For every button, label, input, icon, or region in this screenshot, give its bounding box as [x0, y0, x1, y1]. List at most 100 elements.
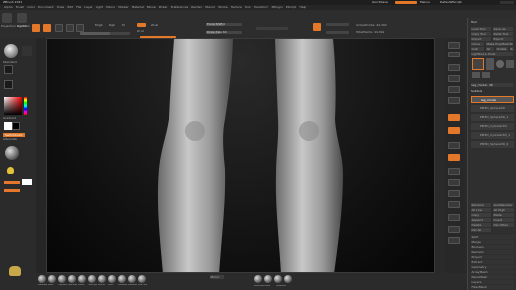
split-button[interactable]: Split — [471, 235, 514, 239]
export-button[interactable]: Export — [493, 37, 513, 41]
tool-thumbnail-sphere[interactable] — [496, 60, 504, 68]
frame-button[interactable] — [448, 168, 460, 175]
menu-stroke[interactable]: Stroke — [218, 6, 228, 9]
dynamesh-icon[interactable] — [264, 275, 272, 283]
material-thumbnail[interactable] — [5, 146, 19, 160]
tool-thumbnail-star[interactable] — [506, 60, 514, 68]
load-tool-button[interactable]: Load Tool — [471, 27, 491, 31]
zremesher-icon[interactable] — [274, 275, 282, 283]
layers-button[interactable]: Layers — [471, 280, 514, 284]
project-button[interactable]: Project — [471, 255, 514, 259]
see-through-slider[interactable] — [395, 1, 417, 4]
subtool-header[interactable]: Subtool — [471, 90, 482, 93]
menu-texture[interactable]: Texture — [231, 6, 242, 9]
brush-slot-pinch[interactable] — [108, 275, 116, 283]
lightbox-button[interactable] — [17, 13, 27, 23]
menu-stencil[interactable]: Stencil — [205, 6, 215, 9]
paste-tool-button[interactable]: Paste Tool — [493, 32, 513, 36]
fibermesh-button[interactable]: FiberMesh — [471, 285, 514, 289]
menu-marker[interactable]: Marker — [118, 6, 128, 9]
zcut-button[interactable]: Zcut — [137, 30, 144, 33]
mirror-weld-icon[interactable] — [254, 275, 262, 283]
main-color-swatch[interactable] — [4, 122, 12, 130]
left-swatch-b[interactable] — [4, 189, 20, 192]
viewport[interactable] — [46, 38, 435, 273]
menu-transform[interactable]: Transform — [254, 6, 269, 9]
menu-render[interactable]: Render — [191, 6, 202, 9]
menu-brush[interactable]: Brush — [16, 6, 25, 9]
menu-light[interactable]: Light — [96, 6, 104, 9]
persp-button[interactable] — [448, 114, 460, 121]
all-button[interactable]: All — [486, 47, 494, 51]
menu-zplugin[interactable]: ZPlugin — [271, 6, 282, 9]
delete-button[interactable]: Delete — [471, 223, 491, 227]
autoreorder-button[interactable]: AutoReorder — [493, 203, 514, 207]
menu-color[interactable]: Color — [27, 6, 35, 9]
rename-button[interactable]: Rename — [471, 203, 491, 207]
menu-material[interactable]: Material — [132, 6, 144, 9]
actual-button[interactable] — [448, 86, 460, 93]
tool-thumbnail-b[interactable] — [472, 72, 480, 78]
default-script-button[interactable]: DefaultZScript — [440, 1, 462, 4]
clone-button[interactable]: Clone — [471, 42, 484, 46]
nanomesh-button[interactable]: NanoMesh — [471, 275, 514, 279]
lightbox-tools-button[interactable]: Lightbox ▸ Tools — [471, 52, 513, 56]
all-low-button[interactable]: All Low — [471, 208, 491, 212]
subtool-item[interactable]: PM3D_Sphere3D_1 — [471, 114, 514, 121]
dynamic-button[interactable] — [256, 27, 288, 30]
brush-slot-snakehook[interactable] — [118, 275, 126, 283]
alternate-button[interactable]: Alternate — [3, 138, 17, 141]
zadd-button[interactable] — [137, 23, 146, 27]
brush-slot-inflate[interactable] — [78, 275, 86, 283]
polyf-button[interactable] — [448, 214, 460, 221]
del-other-button[interactable]: Del Other — [493, 223, 514, 227]
zoom3d-button[interactable] — [448, 190, 460, 197]
menu-document[interactable]: Document — [38, 6, 54, 9]
floor-button[interactable] — [448, 127, 460, 134]
menu-zscript[interactable]: ZScript — [286, 6, 297, 9]
alpha-thumbnail[interactable] — [4, 65, 13, 74]
copy-button[interactable]: Copy — [471, 213, 491, 217]
paste-button[interactable]: Paste — [493, 213, 514, 217]
arraymesh-button[interactable]: ArrayMesh — [471, 270, 514, 274]
local-button[interactable] — [448, 142, 460, 149]
import-button[interactable]: Import — [471, 37, 491, 41]
xyz-button[interactable] — [448, 154, 460, 161]
menu-edit[interactable]: Edit — [67, 6, 73, 9]
save-as-button[interactable]: Save As — [493, 27, 513, 31]
subtool-item[interactable]: PM3D_Cylinder3D_1 — [471, 132, 514, 139]
brush-slot-hpolish[interactable] — [98, 275, 106, 283]
aahalf-button[interactable] — [448, 97, 460, 104]
projection-master-button[interactable] — [2, 13, 12, 23]
hue-strip[interactable] — [24, 97, 27, 115]
r-button[interactable]: R — [510, 47, 514, 51]
brush-slot-imm[interactable] — [138, 275, 146, 283]
polypaint-icon[interactable] — [284, 275, 292, 283]
menu-draw[interactable]: Draw — [57, 6, 65, 9]
m-button[interactable]: M — [122, 24, 125, 27]
make-polymesh-button[interactable]: Make PolyMesh3D — [486, 42, 513, 46]
gradient-label[interactable]: Gradient — [3, 117, 16, 120]
menu-file[interactable]: File — [76, 6, 81, 9]
brush-slot-damstandard[interactable] — [68, 275, 76, 283]
brush-slot-move[interactable] — [48, 275, 56, 283]
color-picker[interactable] — [4, 97, 22, 115]
menu-layer[interactable]: Layer — [84, 6, 92, 9]
zsub-button[interactable]: Zsub — [151, 24, 158, 27]
menu-alpha[interactable]: Alpha — [4, 6, 13, 9]
quicksave-button[interactable]: QuickSave — [372, 1, 388, 4]
extract-button[interactable]: Extract — [471, 260, 514, 264]
boolean-button[interactable]: Boolean — [471, 245, 514, 249]
lamp-icon[interactable] — [7, 167, 14, 174]
all-high-button[interactable]: All High — [493, 208, 514, 212]
visible-button[interactable]: Visible — [496, 47, 508, 51]
menus-button[interactable]: Menus — [420, 1, 430, 4]
rgb-button[interactable]: Rgb — [109, 24, 115, 27]
goz-button[interactable]: GoZ — [471, 47, 484, 51]
bpr-button[interactable] — [448, 42, 460, 49]
switch-color-button[interactable]: SwitchColor — [3, 133, 25, 137]
remesh-button[interactable]: Remesh — [471, 250, 514, 254]
sculpt-mode-button[interactable] — [313, 23, 321, 31]
draw-button[interactable] — [43, 24, 51, 32]
merge-button[interactable]: Merge — [471, 240, 514, 244]
